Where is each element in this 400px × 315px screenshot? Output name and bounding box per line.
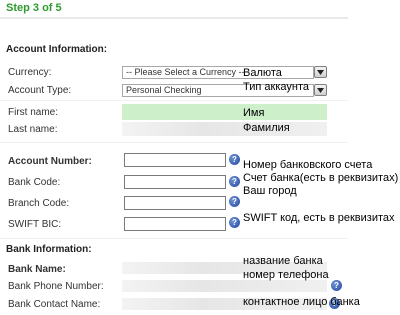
help-icon[interactable]: ? xyxy=(229,176,240,187)
bank-phone-note: номер телефона xyxy=(243,269,329,281)
swift-bic-label: SWIFT BIC: xyxy=(8,219,62,230)
bank-phone-field[interactable] xyxy=(122,280,327,292)
currency-select[interactable]: -- Please Select a Currency -- xyxy=(122,66,314,79)
bank-contact-label: Bank Contact Name: xyxy=(8,299,101,310)
row-divider xyxy=(0,100,348,101)
help-icon[interactable]: ? xyxy=(229,217,240,228)
help-icon[interactable]: ? xyxy=(229,196,240,207)
bank-code-label: Bank Code: xyxy=(8,177,61,188)
help-icon[interactable]: ? xyxy=(331,280,342,291)
branch-code-label: Branch Code: xyxy=(8,198,70,209)
account-type-label: Account Type: xyxy=(8,85,72,96)
help-icon[interactable]: ? xyxy=(229,154,240,165)
account-number-note: Номер банковского счета xyxy=(243,159,373,171)
row-divider xyxy=(0,238,348,239)
swift-bic-input[interactable] xyxy=(124,217,226,231)
bank-code-note: Счет банка(есть в реквизитах) xyxy=(243,172,399,184)
account-type-dropdown-button[interactable] xyxy=(314,84,327,96)
branch-code-input[interactable] xyxy=(124,196,226,210)
currency-dropdown-button[interactable] xyxy=(314,66,327,78)
account-number-input[interactable] xyxy=(124,153,226,167)
section-bank-information: Bank Information: xyxy=(6,244,92,255)
first-name-note: Имя xyxy=(243,107,265,119)
chevron-down-icon xyxy=(317,87,324,93)
section-account-information: Account Information: xyxy=(6,44,108,55)
currency-label: Currency: xyxy=(8,67,52,78)
last-name-note: Фамилия xyxy=(243,122,290,134)
step-title: Step 3 of 5 xyxy=(6,2,62,14)
bank-code-input[interactable] xyxy=(124,175,226,189)
bank-name-label: Bank Name: xyxy=(8,264,66,275)
currency-note: Валюта xyxy=(243,67,282,79)
row-divider xyxy=(0,142,348,143)
bank-phone-label: Bank Phone Number: xyxy=(8,281,104,292)
first-name-field[interactable] xyxy=(122,104,327,120)
bank-contact-note: контактное лицо банка xyxy=(243,296,360,308)
header-divider xyxy=(0,17,348,19)
branch-code-note: Ваш город xyxy=(243,185,297,197)
last-name-label: Last name: xyxy=(8,124,58,135)
first-name-label: First name: xyxy=(8,107,59,118)
account-type-note: Тип аккаунта xyxy=(243,81,309,93)
last-name-field[interactable] xyxy=(122,122,327,136)
chevron-down-icon xyxy=(317,69,324,75)
bank-name-note: название банка xyxy=(243,255,323,267)
swift-bic-note: SWIFT код, есть в реквизитах xyxy=(243,212,395,224)
account-number-label: Account Number: xyxy=(8,156,92,167)
